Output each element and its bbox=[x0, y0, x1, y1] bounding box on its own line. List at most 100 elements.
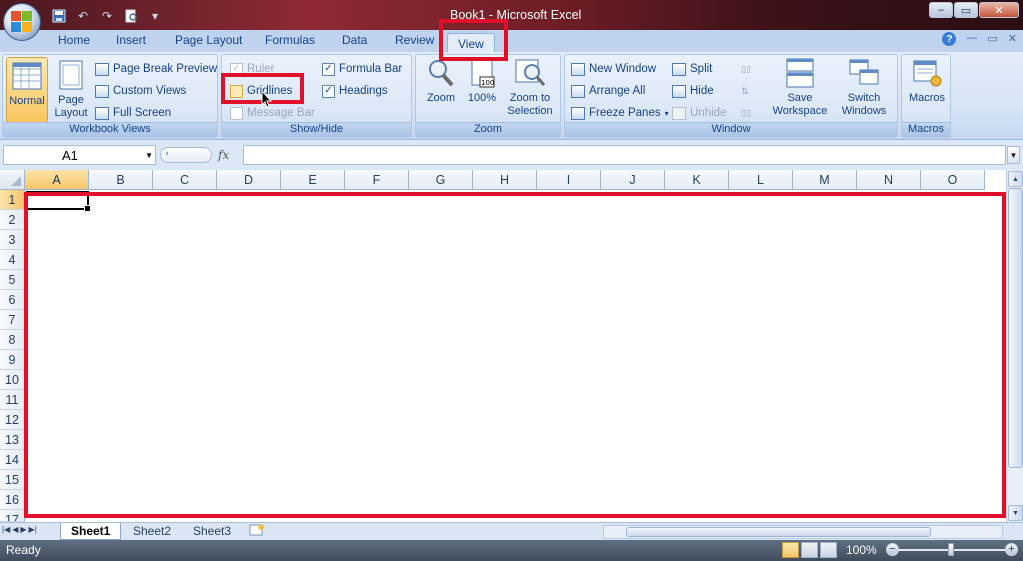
row-header[interactable]: 3 bbox=[0, 230, 25, 250]
row-header[interactable]: 16 bbox=[0, 490, 25, 510]
formula-bar-checkbox[interactable]: ✓ Formula Bar bbox=[322, 60, 402, 78]
row-header[interactable]: 5 bbox=[0, 270, 25, 290]
tab-view[interactable]: View bbox=[447, 33, 495, 53]
row-header[interactable]: 7 bbox=[0, 310, 25, 330]
ribbon-minimize-icon[interactable]: — bbox=[966, 32, 977, 46]
customize-icon[interactable]: ▾ bbox=[146, 8, 164, 24]
tab-formulas[interactable]: Formulas bbox=[265, 33, 315, 53]
column-header[interactable]: J bbox=[601, 170, 665, 190]
formula-input[interactable] bbox=[243, 145, 1006, 165]
expand-formula-bar-icon[interactable]: ▼ bbox=[1007, 146, 1020, 164]
zoom-in-icon[interactable]: + bbox=[1005, 543, 1018, 556]
help-icon[interactable]: ? bbox=[942, 32, 957, 46]
active-cell[interactable] bbox=[26, 191, 91, 212]
page-break-preview-button[interactable]: Page Break Preview bbox=[95, 60, 217, 78]
row-header[interactable]: 9 bbox=[0, 350, 25, 370]
tab-insert[interactable]: Insert bbox=[116, 33, 146, 53]
column-header[interactable]: C bbox=[153, 170, 217, 190]
formula-bar-check-icon[interactable]: ✓ bbox=[322, 62, 335, 76]
tab-page-layout[interactable]: Page Layout bbox=[175, 33, 242, 53]
column-header[interactable]: G bbox=[409, 170, 473, 190]
row-header[interactable]: 14 bbox=[0, 450, 25, 470]
hide-button[interactable]: Hide bbox=[672, 82, 714, 100]
column-header[interactable]: H bbox=[473, 170, 537, 190]
column-header[interactable]: I bbox=[537, 170, 601, 190]
headings-check-icon[interactable]: ✓ bbox=[322, 84, 335, 98]
zoom-out-icon[interactable]: − bbox=[886, 543, 899, 556]
zoom-slider[interactable]: − + bbox=[886, 543, 1018, 557]
horizontal-scrollbar[interactable] bbox=[603, 525, 1003, 539]
name-box[interactable]: A1 ▼ bbox=[3, 145, 156, 165]
page-layout-view-button[interactable]: Page Layout bbox=[51, 57, 91, 120]
row-header[interactable]: 1 bbox=[0, 190, 25, 210]
tab-data[interactable]: Data bbox=[342, 33, 367, 53]
undo-icon[interactable]: ↶ bbox=[74, 8, 92, 24]
insert-sheet-icon[interactable] bbox=[243, 523, 271, 540]
zoom-button[interactable]: Zoom bbox=[420, 57, 462, 105]
row-header[interactable]: 10 bbox=[0, 370, 25, 390]
page-break-shortcut-icon[interactable] bbox=[820, 542, 837, 558]
column-header[interactable]: D bbox=[217, 170, 281, 190]
save-icon[interactable] bbox=[50, 8, 68, 24]
freeze-panes-button[interactable]: Freeze Panes ▾ bbox=[571, 104, 669, 122]
last-sheet-icon[interactable]: ▶| bbox=[29, 525, 37, 534]
print-preview-icon[interactable] bbox=[122, 8, 140, 24]
prev-sheet-icon[interactable]: ◀ bbox=[12, 525, 18, 534]
full-screen-button[interactable]: Full Screen bbox=[95, 104, 171, 122]
new-window-button[interactable]: New Window bbox=[571, 60, 656, 78]
sheet-tab-sheet3[interactable]: Sheet3 bbox=[183, 523, 241, 540]
normal-view-button[interactable]: Normal bbox=[6, 57, 48, 123]
row-header[interactable]: 12 bbox=[0, 410, 25, 430]
insert-function-icon[interactable]: fx bbox=[218, 148, 229, 162]
minimize-button[interactable]: – bbox=[929, 2, 953, 18]
sheet-tab-sheet1[interactable]: Sheet1 bbox=[60, 523, 122, 540]
chevron-down-icon[interactable]: ▼ bbox=[145, 151, 153, 160]
zoom-to-selection-button[interactable]: Zoom to Selection bbox=[502, 57, 558, 118]
column-header[interactable]: E bbox=[281, 170, 345, 190]
office-button[interactable] bbox=[3, 3, 41, 41]
select-all-button[interactable] bbox=[0, 170, 25, 190]
row-header[interactable]: 15 bbox=[0, 470, 25, 490]
zoom-level[interactable]: 100% bbox=[846, 543, 877, 557]
row-header[interactable]: 17 bbox=[0, 510, 25, 522]
row-header[interactable]: 11 bbox=[0, 390, 25, 410]
column-header[interactable]: F bbox=[345, 170, 409, 190]
column-header[interactable]: A bbox=[25, 170, 89, 190]
row-header[interactable]: 6 bbox=[0, 290, 25, 310]
row-header[interactable]: 4 bbox=[0, 250, 25, 270]
ribbon-close-icon[interactable]: ✕ bbox=[1008, 32, 1017, 46]
headings-checkbox[interactable]: ✓ Headings bbox=[322, 82, 388, 100]
switch-windows-button[interactable]: Switch Windows bbox=[833, 57, 895, 118]
row-header[interactable]: 2 bbox=[0, 210, 25, 230]
cell-area[interactable] bbox=[25, 190, 1005, 522]
save-workspace-button[interactable]: Save Workspace bbox=[769, 57, 831, 118]
scroll-down-icon[interactable]: ▼ bbox=[1008, 505, 1023, 521]
ribbon-restore-icon[interactable]: ▭ bbox=[987, 32, 997, 46]
redo-icon[interactable]: ↷ bbox=[98, 8, 116, 24]
split-button[interactable]: Split bbox=[672, 60, 712, 78]
row-header[interactable]: 13 bbox=[0, 430, 25, 450]
page-layout-shortcut-icon[interactable] bbox=[801, 542, 818, 558]
column-header[interactable]: B bbox=[89, 170, 153, 190]
restore-button[interactable]: ▭ bbox=[954, 2, 978, 18]
next-sheet-icon[interactable]: ▶ bbox=[20, 525, 26, 534]
column-header[interactable]: L bbox=[729, 170, 793, 190]
normal-view-shortcut-icon[interactable] bbox=[782, 542, 799, 558]
custom-views-button[interactable]: Custom Views bbox=[95, 82, 186, 100]
column-header[interactable]: M bbox=[793, 170, 857, 190]
vertical-scroll-thumb[interactable] bbox=[1008, 188, 1023, 468]
gridlines-check-icon[interactable] bbox=[230, 84, 243, 98]
vertical-scrollbar[interactable]: ▲ ▼ bbox=[1006, 170, 1023, 522]
tab-home[interactable]: Home bbox=[58, 33, 90, 53]
horizontal-scroll-thumb[interactable] bbox=[626, 527, 931, 537]
column-header[interactable]: K bbox=[665, 170, 729, 190]
tab-review[interactable]: Review bbox=[395, 33, 434, 53]
row-header[interactable]: 8 bbox=[0, 330, 25, 350]
macros-button[interactable]: Macros bbox=[905, 57, 949, 105]
column-header[interactable]: O bbox=[921, 170, 985, 190]
column-header[interactable]: N bbox=[857, 170, 921, 190]
zoom-100-button[interactable]: 100 100% bbox=[464, 57, 500, 105]
arrange-all-button[interactable]: Arrange All bbox=[571, 82, 645, 100]
close-button[interactable]: ✕ bbox=[979, 2, 1019, 18]
first-sheet-icon[interactable]: |◀ bbox=[2, 525, 10, 534]
